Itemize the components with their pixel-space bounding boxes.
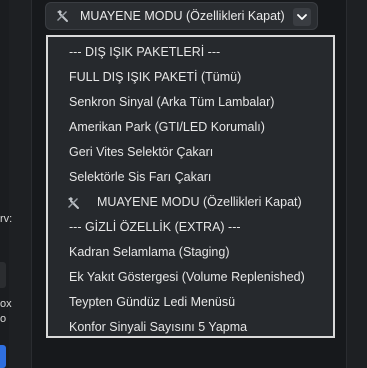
- dropdown-option[interactable]: MUAYENE MODU (Özellikleri Kapat): [48, 190, 333, 215]
- background-text: ox: [0, 298, 12, 310]
- mode-select[interactable]: MUAYENE MODU (Özellikleri Kapat): [45, 2, 318, 30]
- background-text: o: [0, 313, 7, 325]
- dropdown-option[interactable]: Konfor Sinyali Sayısını 5 Yapma: [48, 315, 333, 340]
- background-primary-button: [0, 345, 6, 368]
- dropdown-option[interactable]: Ek Yakıt Göstergesi (Volume Replenished): [48, 265, 333, 290]
- dropdown-option[interactable]: Amerikan Park (GTI/LED Korumalı): [48, 115, 333, 140]
- dropdown-option[interactable]: --- GİZLİ ÖZELLİK (EXTRA) ---: [48, 215, 333, 240]
- dropdown-option[interactable]: Selektörle Sis Farı Çakarı: [48, 165, 333, 190]
- screen: rv: ox o MUAYENE MODU (Özellikleri Kapat…: [0, 0, 367, 368]
- chevron-down-icon[interactable]: [293, 8, 311, 26]
- background-button: [0, 262, 6, 288]
- dropdown-option[interactable]: FULL DIŞ IŞIK PAKETİ (Tümü): [48, 65, 333, 90]
- dropdown-option[interactable]: --- DIŞ IŞIK PAKETLERİ ---: [48, 40, 333, 65]
- dropdown-option[interactable]: Senkron Sinyal (Arka Tüm Lambalar): [48, 90, 333, 115]
- select-value: MUAYENE MODU (Özellikleri Kapat): [80, 9, 285, 23]
- tools-icon: [66, 196, 80, 210]
- dropdown-option[interactable]: Teypten Gündüz Ledi Menüsü: [48, 290, 333, 315]
- dropdown-option[interactable]: Kadran Selamlama (Staging): [48, 240, 333, 265]
- background-text: rv:: [0, 213, 13, 225]
- mode-dropdown-list: --- DIŞ IŞIK PAKETLERİ --- FULL DIŞ IŞIK…: [46, 35, 335, 338]
- dropdown-option[interactable]: Geri Vites Selektör Çakarı: [48, 140, 333, 165]
- tools-icon: [55, 9, 69, 23]
